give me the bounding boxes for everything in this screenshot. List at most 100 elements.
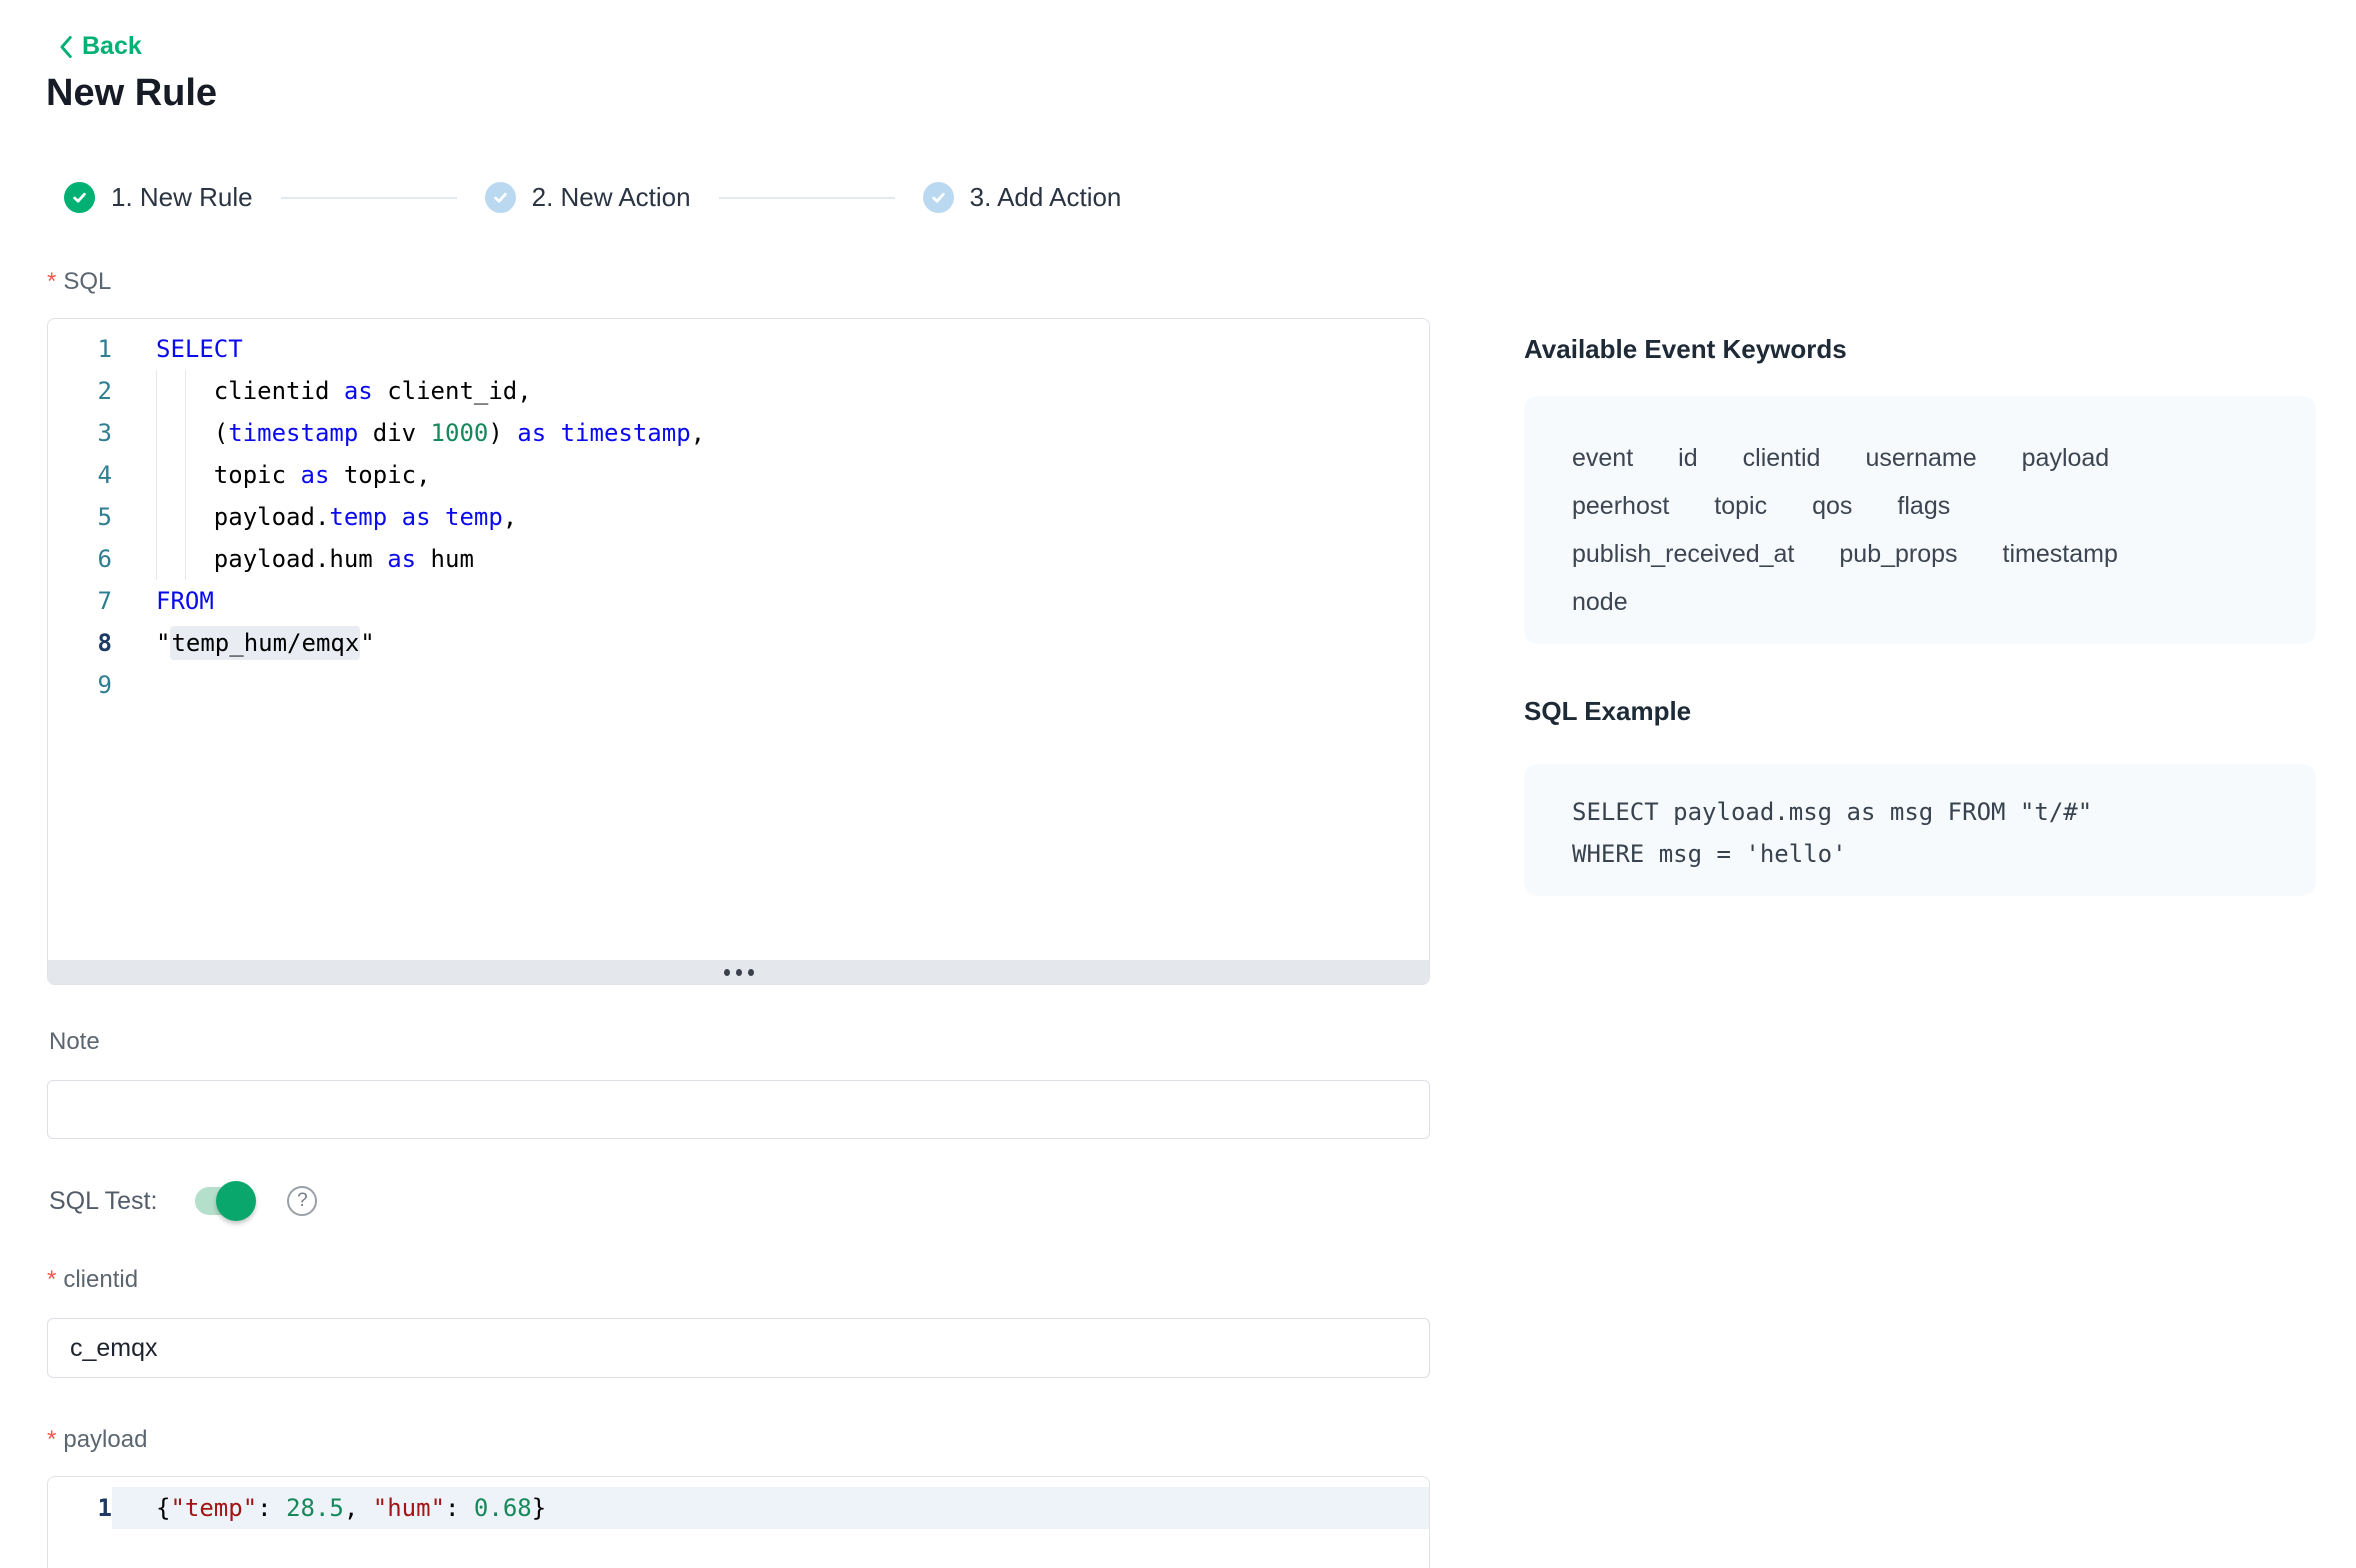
keyword-row: eventidclientidusernamepayload [1572,434,2276,482]
code-line: 1{"temp": 28.5, "hum": 0.68} [48,1487,1429,1529]
code-token [387,503,401,531]
step-label: 3. Add Action [970,182,1122,213]
code-token: as [344,377,373,405]
code-token: : [257,1494,286,1522]
step-3[interactable]: 3. Add Action [923,182,1122,213]
code-token: 0.68 [474,1494,532,1522]
code-line: 4 topic as topic, [48,454,1429,496]
event-keyword: peerhost [1572,482,1669,530]
code-token: , [503,503,517,531]
code-text: topic as topic, [112,454,1429,496]
code-token: temp_hum/emqx [170,626,360,660]
code-text: (timestamp div 1000) as timestamp, [112,412,1429,454]
code-token: payload. [156,503,329,531]
code-token: : [445,1494,474,1522]
steps-indicator: 1. New Rule 2. New Action 3. Add Action [64,182,1121,213]
required-asterisk: * [47,268,56,295]
line-number: 8 [48,622,112,664]
code-line: 1SELECT [48,328,1429,370]
back-label: Back [82,32,142,61]
code-token: clientid [156,377,344,405]
line-number: 6 [48,538,112,580]
event-keyword: pub_props [1839,530,1957,578]
event-keyword: topic [1714,482,1767,530]
note-input[interactable] [47,1080,1430,1139]
step-check-icon [64,182,95,213]
note-field-label: Note [49,1028,100,1056]
code-token: as [301,461,330,489]
step-connector [281,197,457,199]
code-line: 5 payload.temp as temp, [48,496,1429,538]
code-line: 9 [48,664,1429,706]
keyword-row: publish_received_atpub_propstimestamp [1572,530,2276,578]
code-token: hum [416,545,474,573]
code-token: as [517,419,546,447]
keyword-row: node [1572,578,2276,626]
code-token [546,419,560,447]
code-token: temp [445,503,503,531]
code-token: as [387,545,416,573]
event-keyword: clientid [1743,434,1821,482]
code-line: 7 FROM [48,580,1429,622]
code-text: clientid as client_id, [112,370,1429,412]
event-keyword: qos [1812,482,1852,530]
code-line: 8"temp_hum/emqx" [48,622,1429,664]
code-text: FROM [112,580,1429,622]
code-token: topic [156,461,301,489]
line-number: 5 [48,496,112,538]
step-label: 2. New Action [532,182,691,213]
required-asterisk: * [47,1426,56,1453]
resize-handle-dots-icon [724,969,754,976]
step-check-icon [485,182,516,213]
help-icon[interactable]: ? [287,1186,317,1216]
code-token: FROM [156,587,214,615]
payload-code-editor[interactable]: 1{"temp": 28.5, "hum": 0.68} [47,1476,1430,1568]
keyword-row: peerhost topic qos flags [1572,482,2276,530]
code-token: { [156,1494,170,1522]
keywords-card: eventidclientidusernamepayloadpeerhostto… [1524,396,2316,644]
code-line: 3 (timestamp div 1000) as timestamp, [48,412,1429,454]
step-1[interactable]: 1. New Rule [64,182,253,213]
line-number: 1 [48,328,112,370]
line-number: 7 [48,580,112,622]
code-token: "temp" [170,1494,257,1522]
code-text [112,664,1429,706]
page-title: New Rule [46,72,217,115]
code-token: as [402,503,431,531]
payload-field-label: *payload [47,1426,147,1454]
toggle-knob [216,1181,256,1221]
event-keyword: payload [2022,434,2110,482]
code-token: 1000 [431,419,489,447]
step-check-icon [923,182,954,213]
sql-example-line: SELECT payload.msg as msg FROM "t/#" [1572,791,2296,833]
clientid-input[interactable] [47,1318,1430,1378]
code-token: "hum" [373,1494,445,1522]
code-text: SELECT [112,328,1429,370]
code-token: ) [488,419,517,447]
code-text: payload.temp as temp, [112,496,1429,538]
step-label: 1. New Rule [111,182,253,213]
code-line: 2 clientid as client_id, [48,370,1429,412]
event-keyword: flags [1897,482,1950,530]
sql-example-card: SELECT payload.msg as msg FROM "t/#"WHER… [1524,764,2316,896]
line-number: 1 [48,1487,112,1529]
back-link[interactable]: Back [58,32,142,61]
code-token: temp [329,503,387,531]
code-text: payload.hum as hum [112,538,1429,580]
code-token: payload.hum [156,545,387,573]
event-keyword: id [1678,434,1697,482]
back-chevron-icon [58,35,73,59]
code-token: ( [156,419,228,447]
code-text: {"temp": 28.5, "hum": 0.68} [112,1487,1429,1529]
code-token: , [344,1494,373,1522]
editor-resize-handle[interactable] [48,960,1429,984]
line-number: 9 [48,664,112,706]
code-line: 6 payload.hum as hum [48,538,1429,580]
sql-test-toggle[interactable] [195,1187,253,1215]
line-number: 2 [48,370,112,412]
sql-code-editor[interactable]: 1SELECT2 clientid as client_id,3 (timest… [47,318,1430,985]
step-2[interactable]: 2. New Action [485,182,691,213]
line-number: 4 [48,454,112,496]
clientid-field-label: *clientid [47,1266,138,1294]
event-keyword: node [1572,578,1628,626]
